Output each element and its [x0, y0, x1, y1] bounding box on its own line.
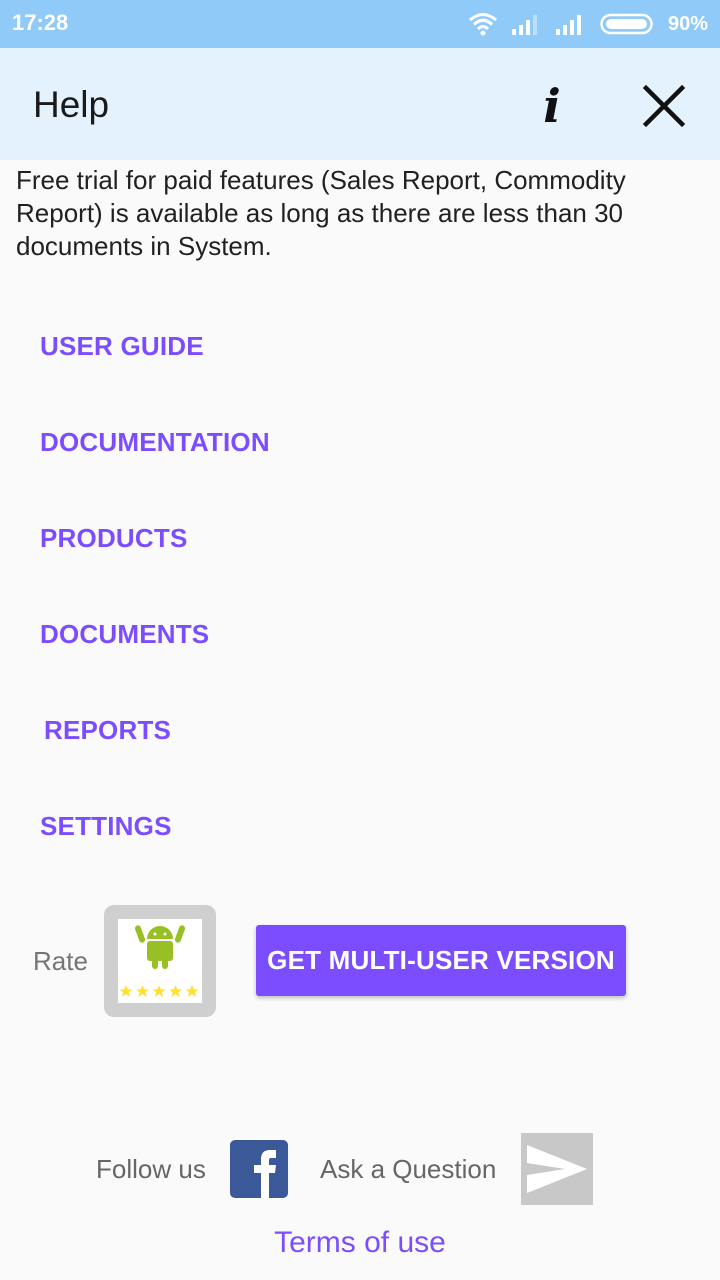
ask-question-button[interactable]	[521, 1133, 593, 1205]
facebook-button[interactable]	[230, 1140, 288, 1198]
documentation-link[interactable]: DOCUMENTATION	[40, 427, 270, 458]
status-time: 17:28	[12, 10, 69, 35]
signal-weak-icon	[511, 15, 537, 35]
settings-link[interactable]: SETTINGS	[40, 811, 172, 842]
trial-info-text: Free trial for paid features (Sales Repo…	[16, 165, 626, 261]
rate-label: Rate	[33, 946, 88, 976]
page-title: Help	[33, 84, 110, 125]
status-bar: 17:28 90%	[0, 0, 720, 48]
close-icon[interactable]	[636, 78, 692, 134]
app-bar: Help i	[0, 48, 720, 160]
terms-of-use-link[interactable]: Terms of use	[0, 1226, 720, 1260]
user-guide-link[interactable]: USER GUIDE	[40, 331, 204, 362]
status-icons: 90%	[468, 8, 708, 40]
android-rate-icon	[119, 925, 199, 997]
rate-button[interactable]	[104, 905, 216, 1017]
facebook-icon	[254, 1150, 276, 1198]
battery-percent: 90%	[667, 12, 708, 35]
signal-icon	[555, 15, 581, 35]
rate-image	[118, 919, 202, 1003]
send-icon	[527, 1145, 587, 1193]
products-link[interactable]: PRODUCTS	[40, 523, 188, 554]
battery-icon	[600, 13, 653, 35]
documents-link[interactable]: DOCUMENTS	[40, 619, 209, 650]
info-icon: i	[543, 79, 561, 133]
info-button[interactable]: i	[528, 76, 576, 136]
reports-link[interactable]: REPORTS	[44, 715, 171, 746]
follow-us-label: Follow us	[96, 1154, 206, 1184]
wifi-icon	[469, 13, 497, 36]
get-multi-user-version-button[interactable]: GET MULTI-USER VERSION	[256, 925, 626, 996]
ask-question-label: Ask a Question	[320, 1154, 497, 1184]
